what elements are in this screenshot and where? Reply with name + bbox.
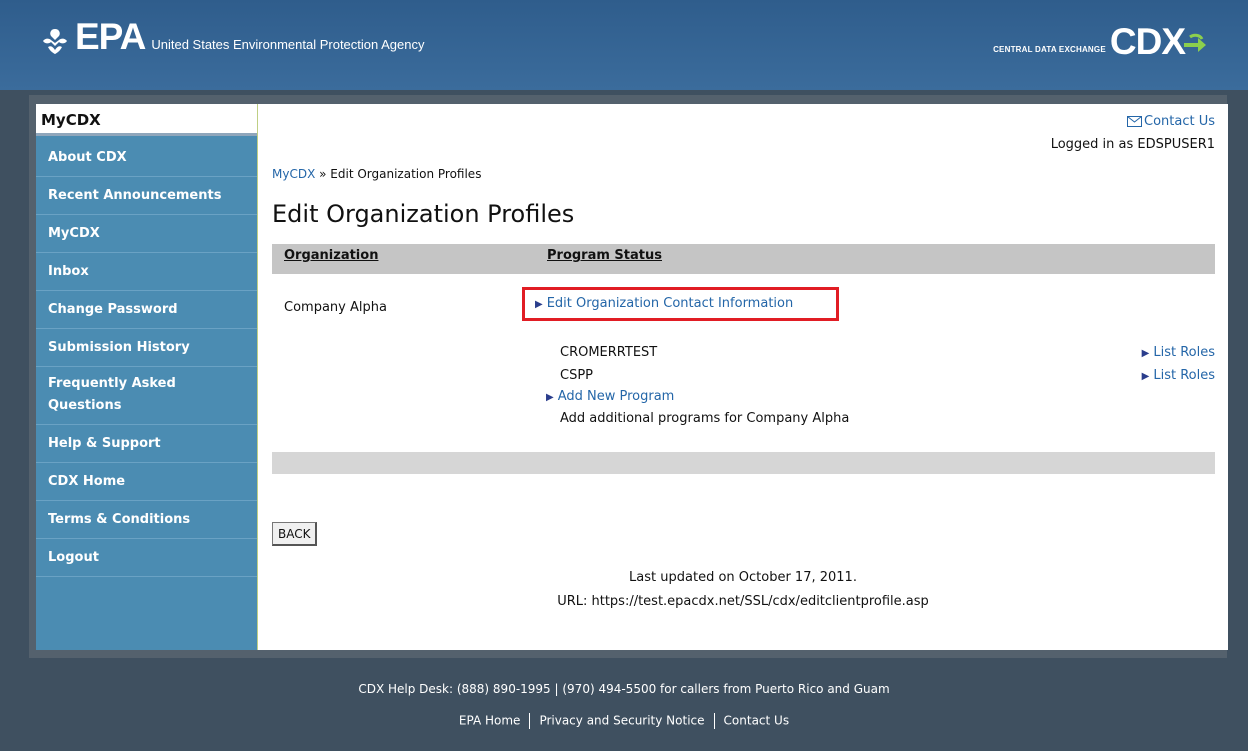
sidebar-item-about-cdx[interactable]: About CDX xyxy=(36,139,257,177)
page-url: URL: https://test.epacdx.net/SSL/cdx/edi… xyxy=(557,594,929,609)
add-new-program-label: Add New Program xyxy=(557,389,675,404)
contact-us-link[interactable]: Contact Us xyxy=(1127,114,1215,129)
site-header: EPA United States Environmental Protecti… xyxy=(0,0,1248,90)
list-roles-label: List Roles xyxy=(1153,345,1215,360)
sidebar-item-terms[interactable]: Terms & Conditions xyxy=(36,501,257,539)
list-roles-label: List Roles xyxy=(1153,368,1215,383)
footer-links: EPA Home Privacy and Security Notice Conta… xyxy=(0,713,1248,729)
triangle-right-icon: ▶ xyxy=(535,299,543,310)
logged-in-status: Logged in as EDSPUSER1 xyxy=(1050,137,1215,152)
breadcrumb-separator: » xyxy=(319,167,327,181)
cdx-logo-text: CDX xyxy=(1109,21,1186,62)
footer-link-epa-home[interactable]: EPA Home xyxy=(459,714,521,728)
list-roles-link[interactable]: ▶ List Roles xyxy=(1142,345,1215,360)
breadcrumb-current: Edit Organization Profiles xyxy=(330,167,482,181)
sidebar-item-mycdx[interactable]: MyCDX xyxy=(36,215,257,253)
breadcrumb: MyCDX » Edit Organization Profiles xyxy=(272,167,481,181)
table-footer-bar xyxy=(272,452,1215,474)
breadcrumb-root-link[interactable]: MyCDX xyxy=(272,167,315,181)
column-header-organization: Organization xyxy=(284,248,379,263)
edit-org-contact-label: Edit Organization Contact Information xyxy=(546,296,794,311)
main-content: Contact Us Logged in as EDSPUSER1 MyCDX … xyxy=(258,104,1228,650)
triangle-right-icon: ▶ xyxy=(1141,371,1150,382)
page: EPA United States Environmental Protecti… xyxy=(0,0,1248,751)
page-title: Edit Organization Profiles xyxy=(272,200,575,228)
table-header: Organization Program Status xyxy=(272,244,1215,274)
program-name: CSPP xyxy=(560,368,594,383)
epa-logo[interactable]: EPA United States Environmental Protecti… xyxy=(40,18,425,56)
sidebar-item-logout[interactable]: Logout xyxy=(36,539,257,577)
back-button[interactable]: BACK xyxy=(272,522,318,546)
cdx-arrow-icon xyxy=(1184,33,1206,52)
edit-org-contact-link[interactable]: ▶ Edit Organization Contact Information xyxy=(522,287,839,321)
footer-divider xyxy=(529,713,531,729)
add-program-description: Add additional programs for Company Alph… xyxy=(560,411,850,426)
sidebar-item-change-password[interactable]: Change Password xyxy=(36,291,257,329)
sidebar-item-faq[interactable]: Frequently Asked Questions xyxy=(36,367,257,425)
agency-name: United States Environmental Protection A… xyxy=(151,37,425,52)
program-name: CROMERRTEST xyxy=(560,345,658,360)
helpdesk-info: CDX Help Desk: (888) 890-1995 | (970) 49… xyxy=(358,682,890,696)
sidebar-title: MyCDX xyxy=(36,104,257,136)
triangle-right-icon: ▶ xyxy=(546,392,554,403)
sidebar-item-submission-history[interactable]: Submission History xyxy=(36,329,257,367)
epa-logo-text: EPA xyxy=(75,16,146,57)
mail-icon xyxy=(1127,116,1142,127)
footer-link-privacy[interactable]: Privacy and Security Notice xyxy=(539,714,704,728)
add-new-program-link[interactable]: ▶ Add New Program xyxy=(546,389,674,404)
sidebar-item-inbox[interactable]: Inbox xyxy=(36,253,257,291)
epa-flower-icon xyxy=(43,29,67,54)
organization-name: Company Alpha xyxy=(284,300,387,315)
list-roles-link[interactable]: ▶ List Roles xyxy=(1142,368,1215,383)
cdx-logo[interactable]: CENTRAL DATA EXCHANGE CDX xyxy=(993,22,1208,62)
sidebar-nav: About CDX Recent Announcements MyCDX Inb… xyxy=(36,139,257,577)
footer-divider xyxy=(713,713,715,729)
contact-us-label: Contact Us xyxy=(1144,114,1215,129)
triangle-right-icon: ▶ xyxy=(1141,348,1150,359)
sidebar-item-cdx-home[interactable]: CDX Home xyxy=(36,463,257,501)
sidebar-item-recent-announcements[interactable]: Recent Announcements xyxy=(36,177,257,215)
last-updated: Last updated on October 17, 2011. xyxy=(629,570,857,585)
column-header-program-status: Program Status xyxy=(547,248,662,263)
cdx-tagline: CENTRAL DATA EXCHANGE xyxy=(993,44,1106,54)
site-footer: CDX Help Desk: (888) 890-1995 | (970) 49… xyxy=(0,658,1248,751)
sidebar: MyCDX About CDX Recent Announcements MyC… xyxy=(36,104,258,650)
sidebar-item-help-support[interactable]: Help & Support xyxy=(36,425,257,463)
footer-link-contact-us[interactable]: Contact Us xyxy=(724,714,790,728)
